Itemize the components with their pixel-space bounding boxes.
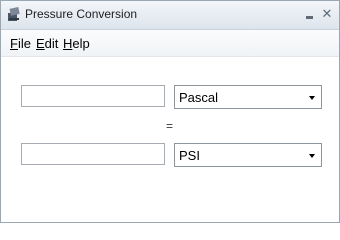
- menu-edit-label: dit: [44, 36, 59, 51]
- output-value-field[interactable]: [21, 143, 165, 165]
- menu-edit-mnemonic: E: [36, 36, 45, 51]
- input-unit-select[interactable]: Pascal: [174, 85, 322, 109]
- output-unit-value: PSI: [179, 148, 200, 163]
- menu-file[interactable]: File: [10, 36, 31, 51]
- output-unit-select[interactable]: PSI: [174, 143, 322, 167]
- menu-file-mnemonic: F: [10, 36, 18, 51]
- input-value-field[interactable]: [21, 85, 165, 107]
- menu-edit[interactable]: Edit: [36, 36, 58, 51]
- title-bar[interactable]: Pressure Conversion ✕: [1, 1, 339, 30]
- menu-help-label: elp: [72, 36, 90, 51]
- equals-sign: =: [166, 119, 174, 133]
- menu-help-mnemonic: H: [63, 36, 73, 51]
- chevron-down-icon: [309, 154, 315, 158]
- minimize-icon[interactable]: [303, 8, 317, 22]
- menu-file-label: ile: [17, 36, 31, 51]
- menu-bar: File Edit Help: [1, 30, 339, 57]
- window-title: Pressure Conversion: [25, 7, 138, 21]
- menu-help[interactable]: Help: [63, 36, 90, 51]
- close-icon[interactable]: ✕: [320, 6, 334, 22]
- pressure-gauge-icon: [8, 7, 20, 21]
- chevron-down-icon: [309, 96, 315, 100]
- pressure-conversion-window: Pressure Conversion ✕ File Edit Help Pas…: [0, 0, 340, 223]
- input-unit-value: Pascal: [179, 90, 219, 105]
